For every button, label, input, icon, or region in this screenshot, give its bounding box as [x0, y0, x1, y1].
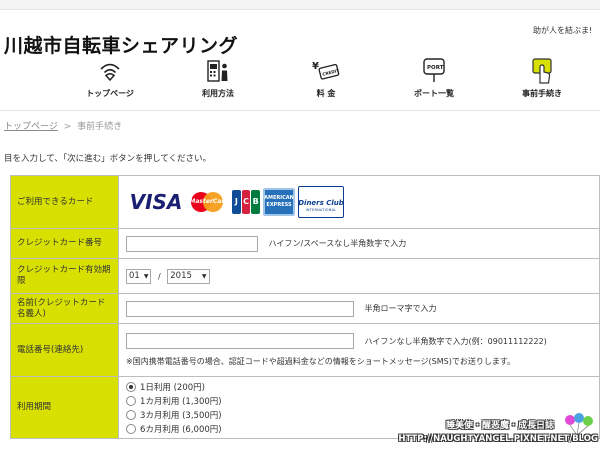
- wifi-signal-icon: [100, 63, 120, 82]
- form-row-card-number: クレジットカード番号 ハイフン/スペースなし半角数字で入力: [10, 228, 600, 259]
- sms-note: ※国内携帯電話番号の場合、認証コードや超過料金などの情報をショートメッセージ(S…: [126, 357, 516, 366]
- form-row-name: 名前(クレジットカード名義人) 半角ローマ字で入力: [10, 293, 600, 324]
- radio-button[interactable]: [126, 409, 136, 420]
- credit-yen-icon: ¥ CREDIT: [312, 61, 340, 80]
- accepted-cards-label: ご利用できるカード: [10, 175, 119, 229]
- expiry-label: クレジットカード有効期限: [10, 258, 119, 294]
- radio-button[interactable]: [126, 395, 136, 406]
- mastercard-logo: MasterCard: [189, 188, 229, 216]
- cardholder-name-label: 名前(クレジットカード名義人): [10, 293, 119, 324]
- breadcrumb-separator: >: [63, 122, 72, 132]
- terminal-person-icon: [207, 60, 228, 82]
- amex-logo: AMERICAN EXPRESS: [263, 188, 295, 216]
- svg-text:PORT: PORT: [427, 65, 444, 71]
- site-tagline: 助が人を結ぶま!: [533, 26, 593, 35]
- phone-label: 電話番号(連絡先): [10, 323, 119, 377]
- radio-button-selected[interactable]: [126, 381, 136, 392]
- breadcrumb-home-link[interactable]: トップページ: [4, 122, 58, 132]
- visa-logo: VISA: [129, 190, 183, 214]
- card-logos: VISA MasterCard JCB AMERICAN EXPRESS Din…: [126, 186, 592, 218]
- period-option-label: 6カ月利用 (6,000円): [140, 424, 222, 435]
- nav-item-ports[interactable]: PORT ポート一覧: [384, 58, 484, 104]
- hand-card-icon: [532, 58, 552, 84]
- top-strip: [0, 0, 600, 10]
- expiry-field: 01 ▼ / 2015 ▼: [118, 258, 600, 294]
- cardholder-name-input[interactable]: [126, 300, 354, 317]
- radio-button[interactable]: [126, 423, 136, 434]
- nav-label: トップページ: [86, 89, 134, 98]
- period-option-label: 1カ月利用 (1,300円): [140, 396, 222, 407]
- period-option-1month[interactable]: 1カ月利用 (1,300円): [126, 395, 592, 407]
- header-divider: [0, 110, 600, 111]
- phone-field: ハイフンなし半角数字で入力(例：09011112222) ※国内携帯電話番号の場…: [118, 323, 600, 377]
- phone-input[interactable]: [126, 333, 354, 349]
- phone-hint: ハイフンなし半角数字で入力(例：09011112222): [364, 336, 547, 346]
- breadcrumb: トップページ > 事前手続き: [4, 119, 122, 132]
- expiry-year-select[interactable]: 2015 ▼: [167, 268, 210, 284]
- form-row-expiry: クレジットカード有効期限 01 ▼ / 2015 ▼: [10, 258, 600, 294]
- expiry-separator: /: [158, 271, 161, 281]
- nav-label: 事前手続き: [522, 89, 562, 98]
- svg-text:¥: ¥: [312, 61, 319, 72]
- nav-item-top[interactable]: トップページ: [60, 58, 160, 104]
- instruction-text: 目を入力して、「次に進む」ボタンを押してください。: [4, 154, 212, 164]
- accepted-cards-field: VISA MasterCard JCB AMERICAN EXPRESS Din…: [118, 175, 600, 229]
- nav-item-preregistration[interactable]: 事前手続き: [492, 58, 592, 104]
- nav-item-fees[interactable]: ¥ CREDIT 料 金: [276, 58, 376, 104]
- registration-form: ご利用できるカード VISA MasterCard JCB AMERICAN E…: [10, 175, 600, 439]
- nav-label: 料 金: [316, 89, 336, 98]
- card-number-hint: ハイフン/スペースなし半角数字で入力: [268, 239, 407, 248]
- period-option-label: 3カ月利用 (3,500円): [140, 410, 222, 421]
- usage-period-label: 利用期間: [10, 376, 119, 439]
- form-row-cards: ご利用できるカード VISA MasterCard JCB AMERICAN E…: [10, 175, 600, 229]
- nav-label: 利用方法: [202, 89, 234, 98]
- card-number-input[interactable]: [126, 235, 258, 252]
- period-option-label: 1日利用 (200円): [140, 382, 205, 393]
- nav-item-usage[interactable]: 利用方法: [168, 58, 268, 104]
- nav-label: ポート一覧: [414, 89, 454, 98]
- main-nav: トップページ 利用方法 ¥ CREDIT 料 金 PORT ポート一覧 事前手続…: [60, 58, 600, 104]
- diners-club-logo: Diners Club INTERNATIONAL: [298, 186, 344, 218]
- site-logo[interactable]: 川越市自転車シェアリング: [4, 31, 238, 58]
- jcb-logo: JCB: [232, 188, 261, 216]
- port-sign-icon: PORT: [423, 58, 445, 82]
- breadcrumb-current: 事前手続き: [77, 122, 123, 132]
- expiry-month-select[interactable]: 01 ▼: [126, 268, 152, 284]
- cardholder-name-field: 半角ローマ字で入力: [118, 293, 600, 324]
- cardholder-name-hint: 半角ローマ字で入力: [364, 304, 437, 313]
- card-number-field: ハイフン/スペースなし半角数字で入力: [118, 228, 600, 259]
- card-number-label: クレジットカード番号: [10, 228, 119, 259]
- blog-watermark-url: HTTP://NAUGHTYANGEL.PIXNET.NET/BLOG: [398, 434, 598, 444]
- balloons-icon: [565, 413, 593, 436]
- form-row-phone: 電話番号(連絡先) ハイフンなし半角数字で入力(例：09011112222) ※…: [10, 323, 600, 377]
- period-option-1day[interactable]: 1日利用 (200円): [126, 381, 592, 393]
